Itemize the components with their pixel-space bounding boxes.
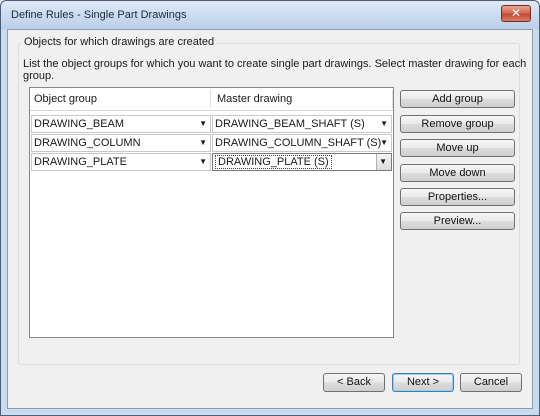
master-drawing-dropdown[interactable]: DRAWING_BEAM_SHAFT (S) ▼ — [212, 115, 392, 133]
object-group-value: DRAWING_BEAM — [34, 118, 125, 130]
add-group-button[interactable]: Add group — [400, 90, 515, 108]
remove-group-button[interactable]: Remove group — [400, 115, 515, 133]
dropdown-arrow-icon[interactable]: ▼ — [199, 137, 207, 149]
cancel-button[interactable]: Cancel — [460, 373, 522, 392]
window-title: Define Rules - Single Part Drawings — [11, 9, 187, 21]
next-button[interactable]: Next > — [392, 373, 454, 392]
table-header: Object group Master drawing — [30, 88, 393, 111]
dropdown-arrow-icon[interactable]: ▼ — [380, 118, 388, 130]
object-group-value: DRAWING_PLATE — [34, 156, 127, 168]
back-button[interactable]: < Back — [323, 373, 385, 392]
close-button[interactable]: ✕ — [501, 5, 531, 22]
master-drawing-value: DRAWING_PLATE (S) — [215, 155, 332, 169]
rules-table: Object group Master drawing DRAWING_BEAM… — [29, 87, 394, 338]
dropdown-arrow-icon[interactable]: ▼ — [199, 156, 207, 168]
column-separator[interactable] — [210, 90, 211, 108]
groupbox-legend: Objects for which drawings are created — [22, 36, 217, 48]
groupbox-description: List the object groups for which you wan… — [23, 58, 527, 82]
properties-button[interactable]: Properties... — [400, 188, 515, 206]
table-row[interactable]: DRAWING_BEAM ▼ DRAWING_BEAM_SHAFT (S) ▼ — [30, 114, 393, 134]
table-row[interactable]: DRAWING_COLUMN ▼ DRAWING_COLUMN_SHAFT (S… — [30, 133, 393, 153]
object-group-dropdown[interactable]: DRAWING_PLATE ▼ — [31, 153, 211, 171]
dropdown-arrow-icon[interactable]: ▼ — [379, 156, 387, 168]
master-drawing-value: DRAWING_BEAM_SHAFT (S) — [215, 118, 365, 130]
object-group-dropdown[interactable]: DRAWING_BEAM ▼ — [31, 115, 211, 133]
master-drawing-dropdown[interactable]: DRAWING_COLUMN_SHAFT (S) ▼ — [212, 134, 392, 152]
dropdown-arrow-icon[interactable]: ▼ — [199, 118, 207, 130]
move-down-button[interactable]: Move down — [400, 164, 515, 182]
table-row[interactable]: DRAWING_PLATE ▼ DRAWING_PLATE (S) ▼ — [30, 152, 393, 172]
close-icon: ✕ — [510, 6, 522, 20]
column-header-object-group[interactable]: Object group — [30, 88, 210, 110]
title-bar[interactable]: Define Rules - Single Part Drawings ✕ — [1, 1, 539, 29]
column-header-master-drawing[interactable]: Master drawing — [213, 88, 393, 110]
dropdown-arrow-icon[interactable]: ▼ — [380, 137, 388, 149]
object-group-value: DRAWING_COLUMN — [34, 137, 141, 149]
object-group-dropdown[interactable]: DRAWING_COLUMN ▼ — [31, 134, 211, 152]
master-drawing-value: DRAWING_COLUMN_SHAFT (S) — [215, 137, 382, 149]
master-drawing-dropdown-focused[interactable]: DRAWING_PLATE (S) ▼ — [212, 153, 392, 171]
preview-button[interactable]: Preview... — [400, 212, 515, 230]
move-up-button[interactable]: Move up — [400, 139, 515, 157]
dialog-body: Objects for which drawings are created L… — [7, 29, 533, 409]
dialog-window: Define Rules - Single Part Drawings ✕ Ob… — [0, 0, 540, 416]
column-separator[interactable] — [392, 90, 393, 108]
